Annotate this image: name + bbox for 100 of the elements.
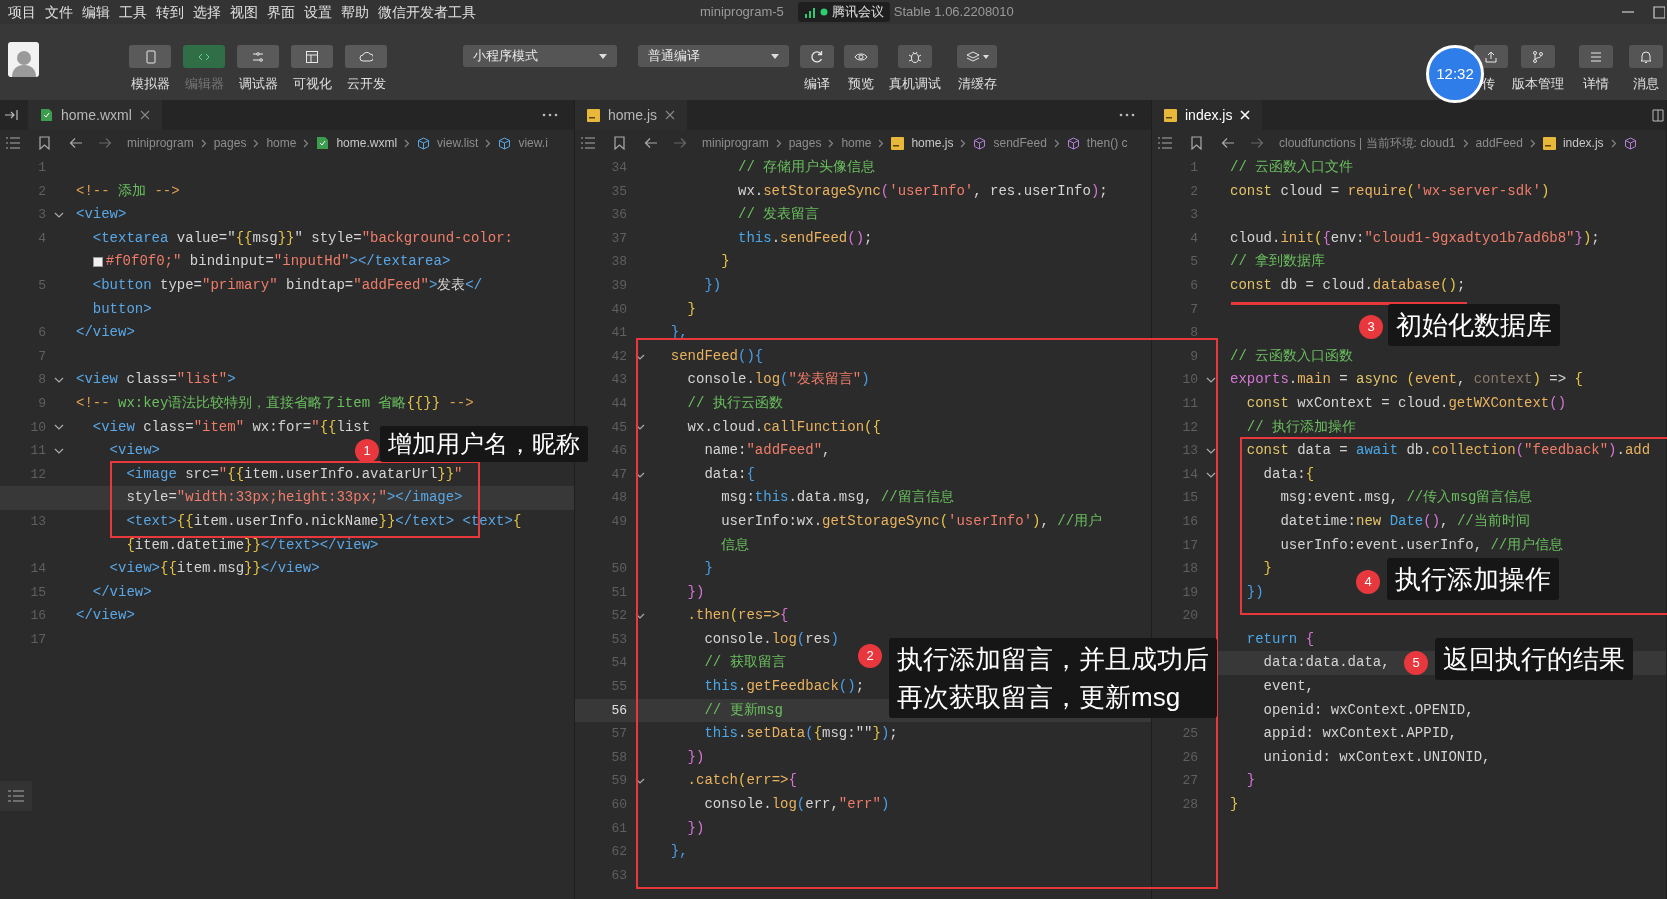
fold-chevron-icon[interactable]	[1206, 470, 1216, 479]
menu-item[interactable]: 转到	[156, 1, 184, 23]
menu-item[interactable]: 文件	[45, 1, 73, 23]
code-line: <view class="item" wx:for="{{list	[91, 417, 371, 437]
chevron-icon	[828, 138, 835, 148]
fold-chevron-icon[interactable]	[1206, 446, 1216, 455]
callout-text: 再次获取留言，更新msg	[897, 681, 1182, 714]
mode-dropdown[interactable]: 小程序模式	[463, 45, 618, 67]
list-icon[interactable]	[581, 137, 595, 149]
toolbar-label: 真机调试	[889, 75, 941, 93]
bookmark-icon[interactable]	[39, 136, 50, 150]
breadcrumb-item[interactable]: pages	[213, 134, 247, 152]
menu-item[interactable]: 微信开发者工具	[378, 1, 476, 23]
color-swatch-icon[interactable]	[92, 257, 103, 268]
compile-dropdown[interactable]: 普通编译	[638, 45, 789, 67]
menu-item[interactable]: 项目	[8, 1, 36, 23]
breadcrumb-item[interactable]: view.i	[518, 134, 548, 152]
fold-chevron-icon[interactable]	[54, 376, 64, 385]
back-arrow-icon[interactable]	[69, 137, 83, 149]
more-icon[interactable]	[542, 113, 558, 117]
toolbar-button[interactable]	[844, 45, 878, 68]
toolbar-button[interactable]	[800, 45, 834, 68]
avatar[interactable]	[8, 42, 40, 77]
list-icon[interactable]	[1158, 137, 1172, 149]
breadcrumb-item[interactable]: home	[266, 134, 297, 152]
breadcrumb-item[interactable]: pages	[788, 134, 822, 152]
menu-item[interactable]: 界面	[267, 1, 295, 23]
breadcrumb-item[interactable]: addFeed	[1475, 134, 1523, 152]
caret-icon	[599, 53, 608, 59]
code-line: event,	[1262, 677, 1314, 697]
bell-icon	[1639, 49, 1653, 64]
breadcrumb-item[interactable]: cloudfunctions | 当前环境: cloud1	[1279, 134, 1456, 152]
chevron-icon	[200, 138, 207, 148]
view-toggle-button[interactable]	[183, 45, 226, 68]
code-line: <view>	[76, 205, 127, 225]
fold-chevron-icon[interactable]	[635, 470, 645, 479]
code-line: wx.cloud.callFunction({	[686, 417, 881, 437]
view-toggle-button[interactable]	[291, 45, 334, 68]
view-toggle-button[interactable]	[345, 45, 388, 68]
code-line: }	[1245, 771, 1256, 791]
fold-chevron-icon[interactable]	[635, 612, 645, 621]
menu-item[interactable]: 编辑	[82, 1, 110, 23]
breadcrumb-item[interactable]: home.js	[911, 134, 954, 152]
code-line: exports.main = async (event, context) => {	[1230, 370, 1583, 390]
toolbar-button[interactable]	[957, 45, 997, 68]
breadcrumb-item[interactable]: home.wxml	[336, 134, 398, 152]
list-icon[interactable]	[6, 137, 20, 149]
fold-chevron-icon[interactable]	[635, 423, 645, 432]
menu-item[interactable]: 帮助	[341, 1, 369, 23]
maximize-icon[interactable]	[1653, 5, 1665, 19]
view-toggle-button[interactable]	[237, 45, 280, 68]
fold-chevron-icon[interactable]	[635, 352, 645, 361]
outline-button[interactable]	[0, 781, 32, 811]
sliders-icon	[251, 49, 266, 64]
step-badge: 1	[355, 439, 379, 463]
more-icon[interactable]	[1119, 113, 1135, 117]
fold-chevron-icon[interactable]	[1206, 376, 1216, 385]
code-line: wx.setStorageSync('userInfo', res.userInfo);	[737, 181, 1108, 201]
cube-icon	[973, 136, 987, 150]
list-icon	[8, 790, 24, 802]
split-editor-icon[interactable]	[1652, 108, 1664, 122]
back-arrow-icon[interactable]	[1221, 137, 1235, 149]
code-line: return {	[1245, 629, 1315, 649]
file-tab[interactable]: home.js	[575, 100, 688, 130]
fold-chevron-icon[interactable]	[635, 777, 645, 786]
toolbar-label: 模拟器	[130, 75, 170, 93]
file-tab[interactable]: home.wxml	[28, 100, 162, 130]
file-tab[interactable]: index.js	[1152, 100, 1263, 130]
menu-item[interactable]: 设置	[304, 1, 332, 23]
meeting-badge[interactable]: 腾讯会议	[797, 2, 890, 22]
callout-text: 增加用户名，昵称	[388, 429, 580, 459]
breadcrumb-item[interactable]: then() c	[1086, 134, 1128, 152]
code-line: <view>	[108, 441, 160, 461]
collapse-sidebar-icon[interactable]	[4, 108, 20, 122]
breadcrumb-item[interactable]: sendFeed	[993, 134, 1047, 152]
step-badge: 4	[1356, 570, 1380, 594]
menu-item[interactable]: 视图	[230, 1, 258, 23]
toolbar-button[interactable]	[1521, 45, 1555, 68]
fold-chevron-icon[interactable]	[54, 423, 64, 432]
breadcrumb-item[interactable]: miniprogram	[127, 134, 194, 152]
toolbar-label: 消息	[1633, 75, 1659, 93]
fold-chevron-icon[interactable]	[54, 211, 64, 219]
menu-item[interactable]: 选择	[193, 1, 221, 23]
toolbar-label: 预览	[848, 75, 874, 93]
toolbar-button[interactable]	[898, 45, 932, 68]
breadcrumb-item[interactable]: view.list	[437, 134, 479, 152]
code-line: })	[1245, 582, 1264, 602]
bookmark-icon[interactable]	[1191, 136, 1202, 150]
code-line: appid: wxContext.APPID,	[1262, 724, 1457, 744]
fold-chevron-icon[interactable]	[54, 446, 64, 455]
back-arrow-icon[interactable]	[644, 137, 658, 149]
toolbar-button[interactable]	[1629, 45, 1663, 68]
code-line: .catch(err=>{	[686, 771, 797, 791]
bookmark-icon[interactable]	[614, 136, 625, 150]
menu-item[interactable]: 工具	[119, 1, 147, 23]
breadcrumb-item[interactable]: miniprogram	[702, 134, 769, 152]
view-toggle-button[interactable]	[129, 45, 172, 68]
breadcrumb-item[interactable]: index.js	[1562, 134, 1604, 152]
code-line: cloud.init({env:"cloud1-9gxadtyo1b7ad6b8"});	[1230, 228, 1600, 248]
breadcrumb-item[interactable]: home	[841, 134, 872, 152]
